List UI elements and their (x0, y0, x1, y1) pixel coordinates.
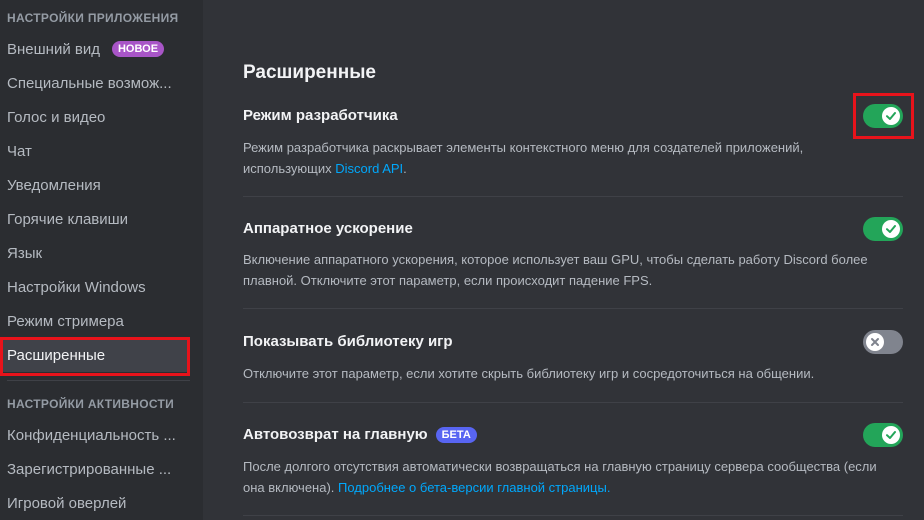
sidebar-item-language[interactable]: Язык (0, 236, 190, 270)
sidebar-item-label: Конфиденциальность ... (7, 426, 176, 444)
setting-desc-game-library: Отключите этот параметр, если хотите скр… (243, 366, 815, 381)
new-badge: НОВОЕ (111, 41, 165, 57)
setting-desc-auto-return-home: После долгого отсутствия автоматически в… (243, 456, 893, 498)
sidebar-item-chat[interactable]: Чат (0, 134, 190, 168)
setting-divider (243, 308, 903, 309)
sidebar-item-voice-video[interactable]: Голос и видео (0, 100, 190, 134)
setting-desc-developer-mode: Режим разработчика раскрывает элементы к… (243, 137, 893, 179)
setting-title-text: Режим разработчика (243, 107, 398, 124)
desc-text: Режим разработчика раскрывает элементы к… (243, 140, 804, 176)
x-icon (871, 338, 879, 346)
sidebar-item-streamer-mode[interactable]: Режим стримера (0, 304, 190, 338)
sidebar-item-activity-privacy[interactable]: Конфиденциальность ... (0, 418, 190, 452)
sidebar-item-label: Режим стримера (7, 312, 124, 330)
highlight-box-developer-toggle (853, 93, 914, 139)
setting-desc-hardware-acceleration: Включение аппаратного ускорения, которое… (243, 252, 868, 288)
toggle-knob (882, 426, 900, 444)
settings-sidebar: НАСТРОЙКИ ПРИЛОЖЕНИЯ Внешний вид НОВОЕ С… (0, 0, 203, 520)
sidebar-item-notifications[interactable]: Уведомления (0, 168, 190, 202)
setting-title-game-library: Показывать библиотеку игр (243, 333, 453, 350)
setting-title-developer-mode: Режим разработчика (243, 107, 398, 124)
setting-title-text: Показывать библиотеку игр (243, 333, 453, 350)
toggle-knob (866, 333, 884, 351)
setting-divider (243, 196, 903, 197)
sidebar-item-label: Внешний вид (7, 40, 100, 58)
setting-divider (243, 402, 903, 403)
sidebar-item-game-overlay[interactable]: Игровой оверлей (0, 486, 190, 520)
home-beta-link[interactable]: Подробнее о бета-версии главной страницы… (338, 480, 610, 495)
sidebar-item-accessibility[interactable]: Специальные возмож... (0, 66, 190, 100)
sidebar-item-label: Язык (7, 244, 43, 262)
check-icon (886, 225, 896, 233)
sidebar-item-label: Игровой оверлей (7, 494, 127, 512)
auto-return-home-toggle[interactable] (863, 423, 903, 447)
game-library-toggle[interactable] (863, 330, 903, 354)
setting-title-auto-return-home: Автовозврат на главную БЕТА (243, 426, 477, 443)
sidebar-item-label: Уведомления (7, 176, 101, 194)
setting-title-text: Автовозврат на главную (243, 426, 428, 443)
sidebar-item-label: Зарегистрированные ... (7, 460, 172, 478)
setting-title-text: Аппаратное ускорение (243, 220, 413, 237)
setting-title-hardware-acceleration: Аппаратное ускорение (243, 220, 413, 237)
sidebar-item-label: Чат (7, 142, 32, 160)
highlight-box-advanced (0, 337, 190, 376)
desc-text-after: . (403, 161, 407, 176)
toggle-knob (882, 220, 900, 238)
section-header-app: НАСТРОЙКИ ПРИЛОЖЕНИЯ (7, 11, 179, 25)
hardware-acceleration-toggle[interactable] (863, 217, 903, 241)
sidebar-item-registered-games[interactable]: Зарегистрированные ... (0, 452, 190, 486)
sidebar-item-appearance[interactable]: Внешний вид НОВОЕ (0, 32, 190, 66)
sidebar-item-windows-settings[interactable]: Настройки Windows (0, 270, 190, 304)
sidebar-item-keybinds[interactable]: Горячие клавиши (0, 202, 190, 236)
setting-divider (243, 515, 903, 516)
sidebar-item-label: Горячие клавиши (7, 210, 129, 228)
sidebar-item-label: Настройки Windows (7, 278, 146, 296)
check-icon (886, 431, 896, 439)
sidebar-item-label: Голос и видео (7, 108, 106, 126)
section-header-activity: НАСТРОЙКИ АКТИВНОСТИ (7, 397, 175, 411)
beta-badge: БЕТА (435, 426, 477, 443)
sidebar-divider (7, 380, 190, 381)
page-title: Расширенные (243, 62, 376, 83)
sidebar-item-label: Специальные возмож... (7, 74, 172, 92)
discord-api-link[interactable]: Discord API (335, 161, 403, 176)
